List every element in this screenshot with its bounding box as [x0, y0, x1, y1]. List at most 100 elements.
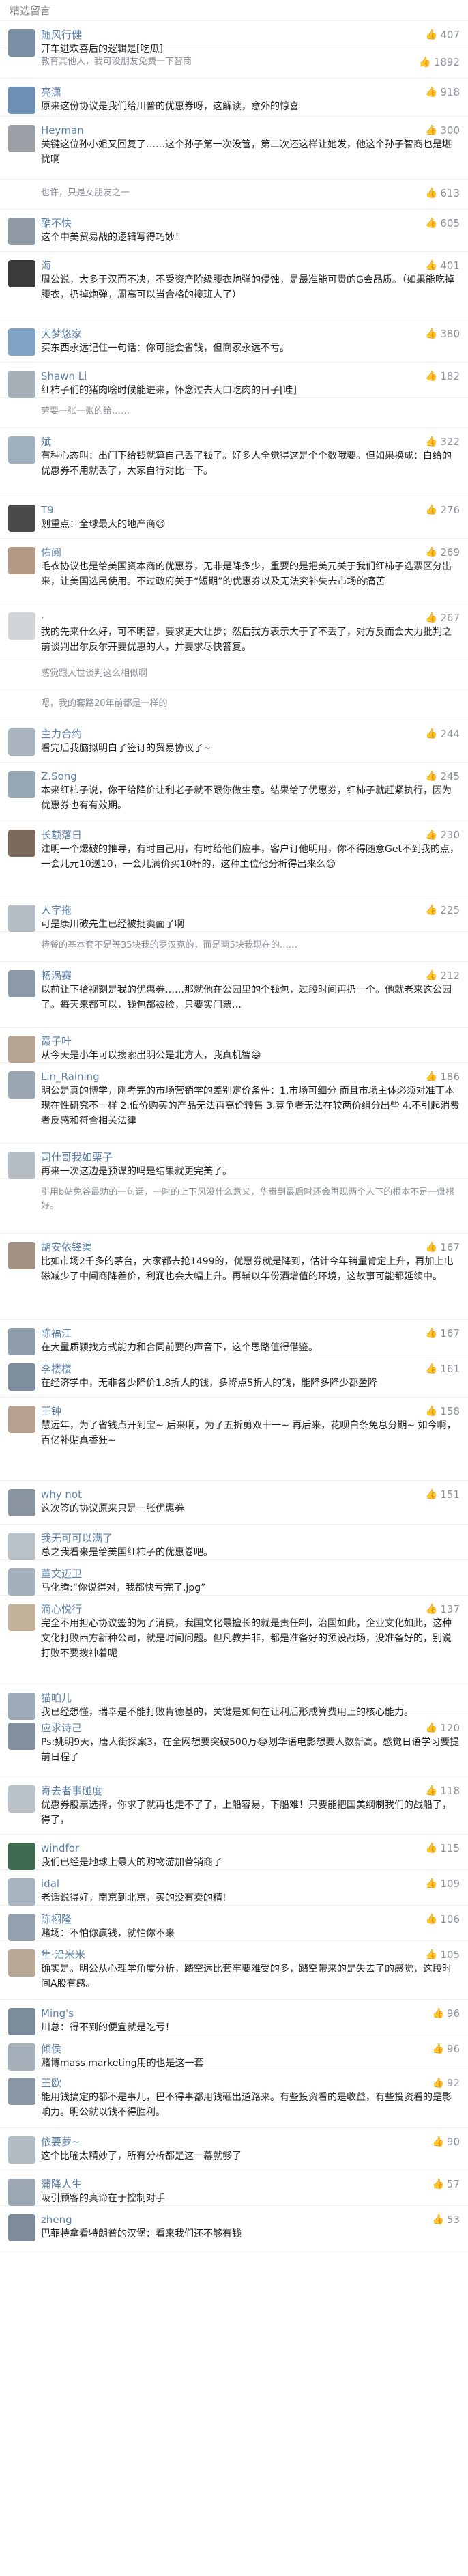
like-button[interactable]: 👍 245 [426, 770, 460, 782]
commenter-name[interactable]: 猫咱儿 [41, 1691, 460, 1705]
avatar[interactable] [8, 1533, 35, 1560]
avatar[interactable] [8, 2043, 35, 2071]
like-button[interactable]: 👍 407 [426, 29, 460, 41]
avatar[interactable] [8, 2008, 35, 2035]
like-button[interactable]: 👍 105 [426, 1949, 460, 1961]
like-button[interactable]: 👍 276 [426, 504, 460, 516]
commenter-name[interactable]: 畅涡赛 [41, 969, 460, 982]
commenter-name[interactable]: 陈栩隆 [41, 1912, 460, 1926]
like-button[interactable]: 👍 57 [432, 2178, 460, 2190]
like-button[interactable]: 👍 230 [426, 829, 460, 841]
commenter-name[interactable]: Lin_Raining [41, 1070, 460, 1084]
commenter-name[interactable]: 蒲降人生 [41, 2177, 460, 2191]
avatar[interactable] [8, 328, 35, 356]
commenter-name[interactable]: 应求诗己 [41, 1721, 460, 1735]
like-button[interactable]: 👍 401 [426, 259, 460, 272]
like-button[interactable]: 👍 167 [426, 1241, 460, 1254]
avatar[interactable] [8, 728, 35, 756]
avatar[interactable] [8, 1723, 35, 1750]
like-button[interactable]: 👍 300 [426, 124, 460, 137]
commenter-name[interactable]: 亮潇 [41, 85, 460, 99]
like-button[interactable]: 👍 225 [426, 904, 460, 916]
commenter-name[interactable]: 酷不快 [41, 216, 460, 230]
avatar[interactable] [8, 612, 35, 640]
commenter-name[interactable]: 董文迈卫 [41, 1567, 460, 1581]
avatar[interactable] [8, 1363, 35, 1391]
commenter-name[interactable]: 大梦悠家 [41, 327, 460, 341]
avatar[interactable] [8, 87, 35, 114]
avatar[interactable] [8, 1152, 35, 1179]
commenter-name[interactable]: Ming's [41, 2007, 460, 2020]
avatar[interactable] [8, 1489, 35, 1516]
commenter-name[interactable]: Shawn Li [41, 369, 460, 383]
commenter-name[interactable]: 王钟 [41, 1404, 460, 1418]
avatar[interactable] [8, 125, 35, 152]
commenter-name[interactable]: 霞子叶 [41, 1034, 460, 1048]
avatar[interactable] [8, 830, 35, 857]
like-button[interactable]: 👍 115 [426, 1842, 460, 1854]
like-button[interactable]: 👍 96 [432, 2007, 460, 2020]
commenter-name[interactable]: 倾侯 [41, 2042, 460, 2056]
commenter-name[interactable]: 王欧 [41, 2076, 460, 2090]
commenter-name[interactable]: 滴心悦行 [41, 1602, 460, 1616]
commenter-name[interactable]: windfor [41, 1841, 460, 1855]
commenter-name[interactable]: 主力合约 [41, 727, 460, 741]
like-button[interactable]: 👍 267 [426, 612, 460, 624]
avatar[interactable] [8, 970, 35, 997]
commenter-name[interactable]: 佑阅 [41, 546, 460, 559]
like-button[interactable]: 👍 380 [426, 328, 460, 340]
avatar[interactable] [8, 1949, 35, 1977]
avatar[interactable] [8, 1036, 35, 1063]
commenter-name[interactable]: · [41, 611, 460, 625]
like-button[interactable]: 👍 53 [432, 2213, 460, 2226]
avatar[interactable] [8, 1406, 35, 1433]
like-button[interactable]: 👍 269 [426, 546, 460, 558]
like-button[interactable]: 👍 605 [426, 217, 460, 229]
like-button[interactable]: 👍 90 [432, 2136, 460, 2148]
avatar[interactable] [8, 547, 35, 574]
avatar[interactable] [8, 505, 35, 532]
avatar[interactable] [8, 371, 35, 398]
avatar[interactable] [8, 1328, 35, 1355]
like-button[interactable]: 👍 182 [426, 370, 460, 382]
commenter-name[interactable]: Heyman [41, 124, 460, 137]
avatar[interactable] [8, 2214, 35, 2241]
like-button[interactable]: 👍 1892 [419, 56, 460, 68]
avatar[interactable] [8, 436, 35, 464]
avatar[interactable] [8, 2136, 35, 2164]
like-button[interactable]: 👍 918 [426, 86, 460, 98]
like-button[interactable]: 👍 137 [426, 1603, 460, 1615]
commenter-name[interactable]: 李楼楼 [41, 1362, 460, 1376]
commenter-name[interactable]: 随风行健 [41, 28, 460, 42]
commenter-name[interactable]: T9 [41, 503, 460, 517]
commenter-name[interactable]: 胡安依锋渠 [41, 1241, 460, 1254]
commenter-name[interactable]: zheng [41, 2213, 460, 2226]
commenter-name[interactable]: idal [41, 1877, 460, 1891]
avatar[interactable] [8, 905, 35, 932]
avatar[interactable] [8, 1843, 35, 1870]
avatar[interactable] [8, 218, 35, 245]
like-button[interactable]: 👍 613 [426, 187, 460, 199]
avatar[interactable] [8, 1568, 35, 1596]
commenter-name[interactable]: 陈福江 [41, 1327, 460, 1340]
like-button[interactable]: 👍 212 [426, 969, 460, 982]
avatar[interactable] [8, 2078, 35, 2105]
commenter-name[interactable]: 海 [41, 259, 460, 272]
avatar[interactable] [8, 2179, 35, 2206]
like-button[interactable]: 👍 167 [426, 1327, 460, 1340]
like-button[interactable]: 👍 161 [426, 1363, 460, 1375]
commenter-name[interactable]: 人字拖 [41, 903, 460, 917]
like-button[interactable]: 👍 186 [426, 1071, 460, 1083]
like-button[interactable]: 👍 118 [426, 1785, 460, 1797]
like-button[interactable]: 👍 96 [432, 2043, 460, 2055]
commenter-name[interactable]: 长额落日 [41, 828, 460, 842]
commenter-name[interactable]: 隼·沿米米 [41, 1948, 460, 1962]
avatar[interactable] [8, 1071, 35, 1099]
commenter-name[interactable]: 司仕哥我如栗子 [41, 1150, 460, 1164]
avatar[interactable] [8, 1878, 35, 1906]
like-button[interactable]: 👍 244 [426, 728, 460, 740]
like-button[interactable]: 👍 322 [426, 436, 460, 448]
avatar[interactable] [8, 1785, 35, 1813]
like-button[interactable]: 👍 109 [426, 1878, 460, 1890]
avatar[interactable] [8, 1242, 35, 1269]
